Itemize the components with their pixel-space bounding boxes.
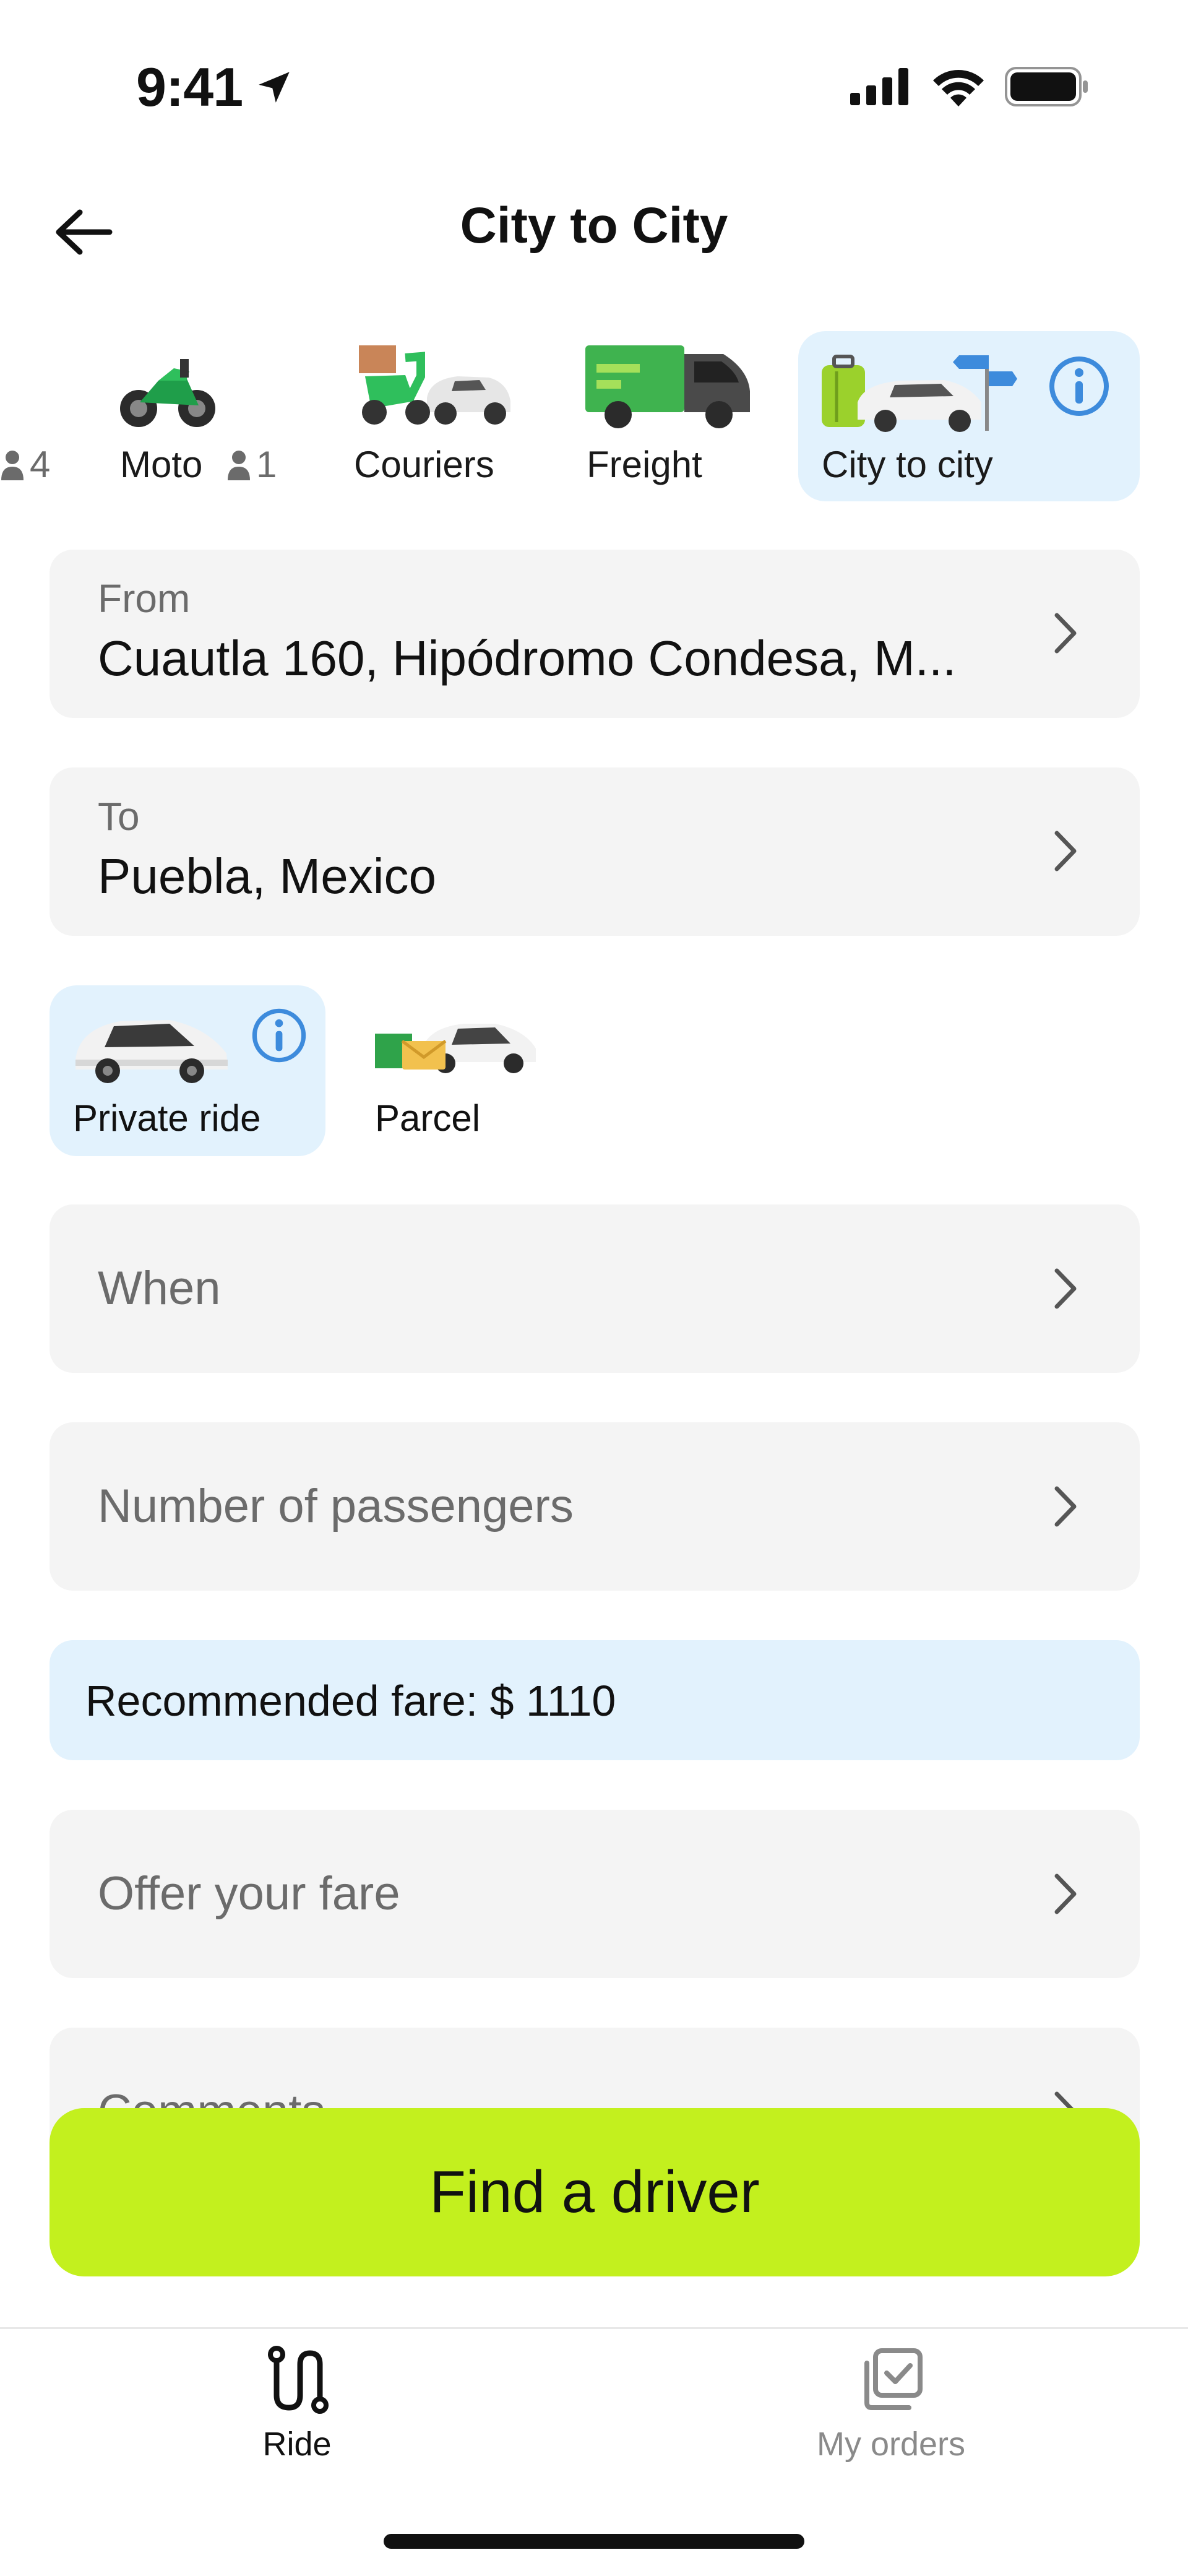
nav-label-ride: Ride: [262, 2426, 332, 2463]
to-field[interactable]: To Puebla, Mexico: [50, 767, 1140, 936]
ride-type-label-private: Private ride: [73, 1097, 261, 1139]
ride-type-parcel[interactable]: [371, 1009, 538, 1077]
offer-fare-field[interactable]: Offer your fare: [50, 1810, 1140, 1978]
when-field[interactable]: When: [50, 1204, 1140, 1373]
ride-type-private-ride[interactable]: Private ride: [50, 985, 325, 1156]
cellular-signal-icon: [850, 68, 908, 105]
ride-type-label-parcel: Parcel: [375, 1097, 481, 1139]
battery-icon: [1005, 67, 1088, 106]
person-icon: [1, 450, 24, 480]
category-item-moto[interactable]: [115, 347, 220, 433]
info-icon: [1049, 357, 1109, 416]
category-count-value: 1: [256, 444, 277, 485]
city-to-city-info-button[interactable]: [1048, 355, 1110, 420]
passengers-label: Number of passengers: [98, 1480, 574, 1532]
offer-fare-label: Offer your fare: [98, 1867, 400, 1920]
chevron-right-icon: [1054, 831, 1077, 871]
motorcycle-icon: [120, 359, 215, 427]
recommended-fare-text: Recommended fare: $ 1110: [85, 1677, 616, 1725]
wifi-icon: [933, 70, 984, 106]
when-label: When: [98, 1262, 221, 1315]
category-item-city-to-city[interactable]: [820, 353, 1018, 433]
freight-truck-icon: [585, 345, 750, 428]
chevron-right-icon: [1054, 1268, 1077, 1309]
private-car-icon: [75, 1020, 228, 1083]
category-label-city-to-city: City to city: [822, 444, 993, 485]
parcel-car-icon: [375, 1024, 536, 1073]
person-icon: [228, 450, 250, 480]
status-icons: [850, 67, 1089, 106]
chevron-right-icon: [1054, 1486, 1077, 1527]
nav-label-orders: My orders: [816, 2426, 966, 2463]
intercity-car-icon: [822, 355, 1017, 432]
status-time-text: 9:41: [136, 56, 243, 118]
recommended-fare-banner: Recommended fare: $ 1110: [50, 1640, 1140, 1760]
orders-icon: [864, 2348, 923, 2410]
find-driver-button[interactable]: Find a driver: [50, 2108, 1140, 2276]
private-ride-info-button[interactable]: [251, 1008, 307, 1066]
route-icon: [268, 2346, 329, 2414]
passengers-field[interactable]: Number of passengers: [50, 1422, 1140, 1591]
page-title: City to City: [460, 197, 728, 254]
category-item-partial[interactable]: 4: [0, 443, 50, 486]
chevron-right-icon: [1054, 1874, 1077, 1914]
from-field[interactable]: From Cuautla 160, Hipódromo Condesa, M..…: [50, 550, 1140, 718]
to-value: Puebla, Mexico: [98, 849, 436, 904]
nav-tab-ride[interactable]: Ride: [142, 2346, 452, 2463]
location-arrow-icon: [259, 72, 290, 103]
from-value: Cuautla 160, Hipódromo Condesa, M...: [98, 631, 957, 686]
from-label: From: [98, 576, 191, 621]
courier-scooter-icon: [359, 345, 510, 425]
nav-tab-my-orders[interactable]: My orders: [736, 2346, 1046, 2463]
category-label-freight: Freight: [587, 444, 702, 485]
category-count: 4: [30, 444, 51, 485]
category-count-moto: 1: [226, 443, 277, 486]
home-indicator: [384, 2534, 804, 2549]
nav-divider: [0, 2327, 1188, 2329]
to-label: To: [98, 794, 140, 839]
category-label-moto: Moto: [120, 444, 203, 485]
category-label-couriers: Couriers: [354, 444, 494, 485]
chevron-right-icon: [1054, 613, 1077, 654]
category-item-freight[interactable]: [584, 342, 751, 431]
info-icon: [252, 1008, 306, 1063]
status-time: 9:41: [136, 56, 295, 119]
category-item-couriers[interactable]: [353, 339, 514, 432]
